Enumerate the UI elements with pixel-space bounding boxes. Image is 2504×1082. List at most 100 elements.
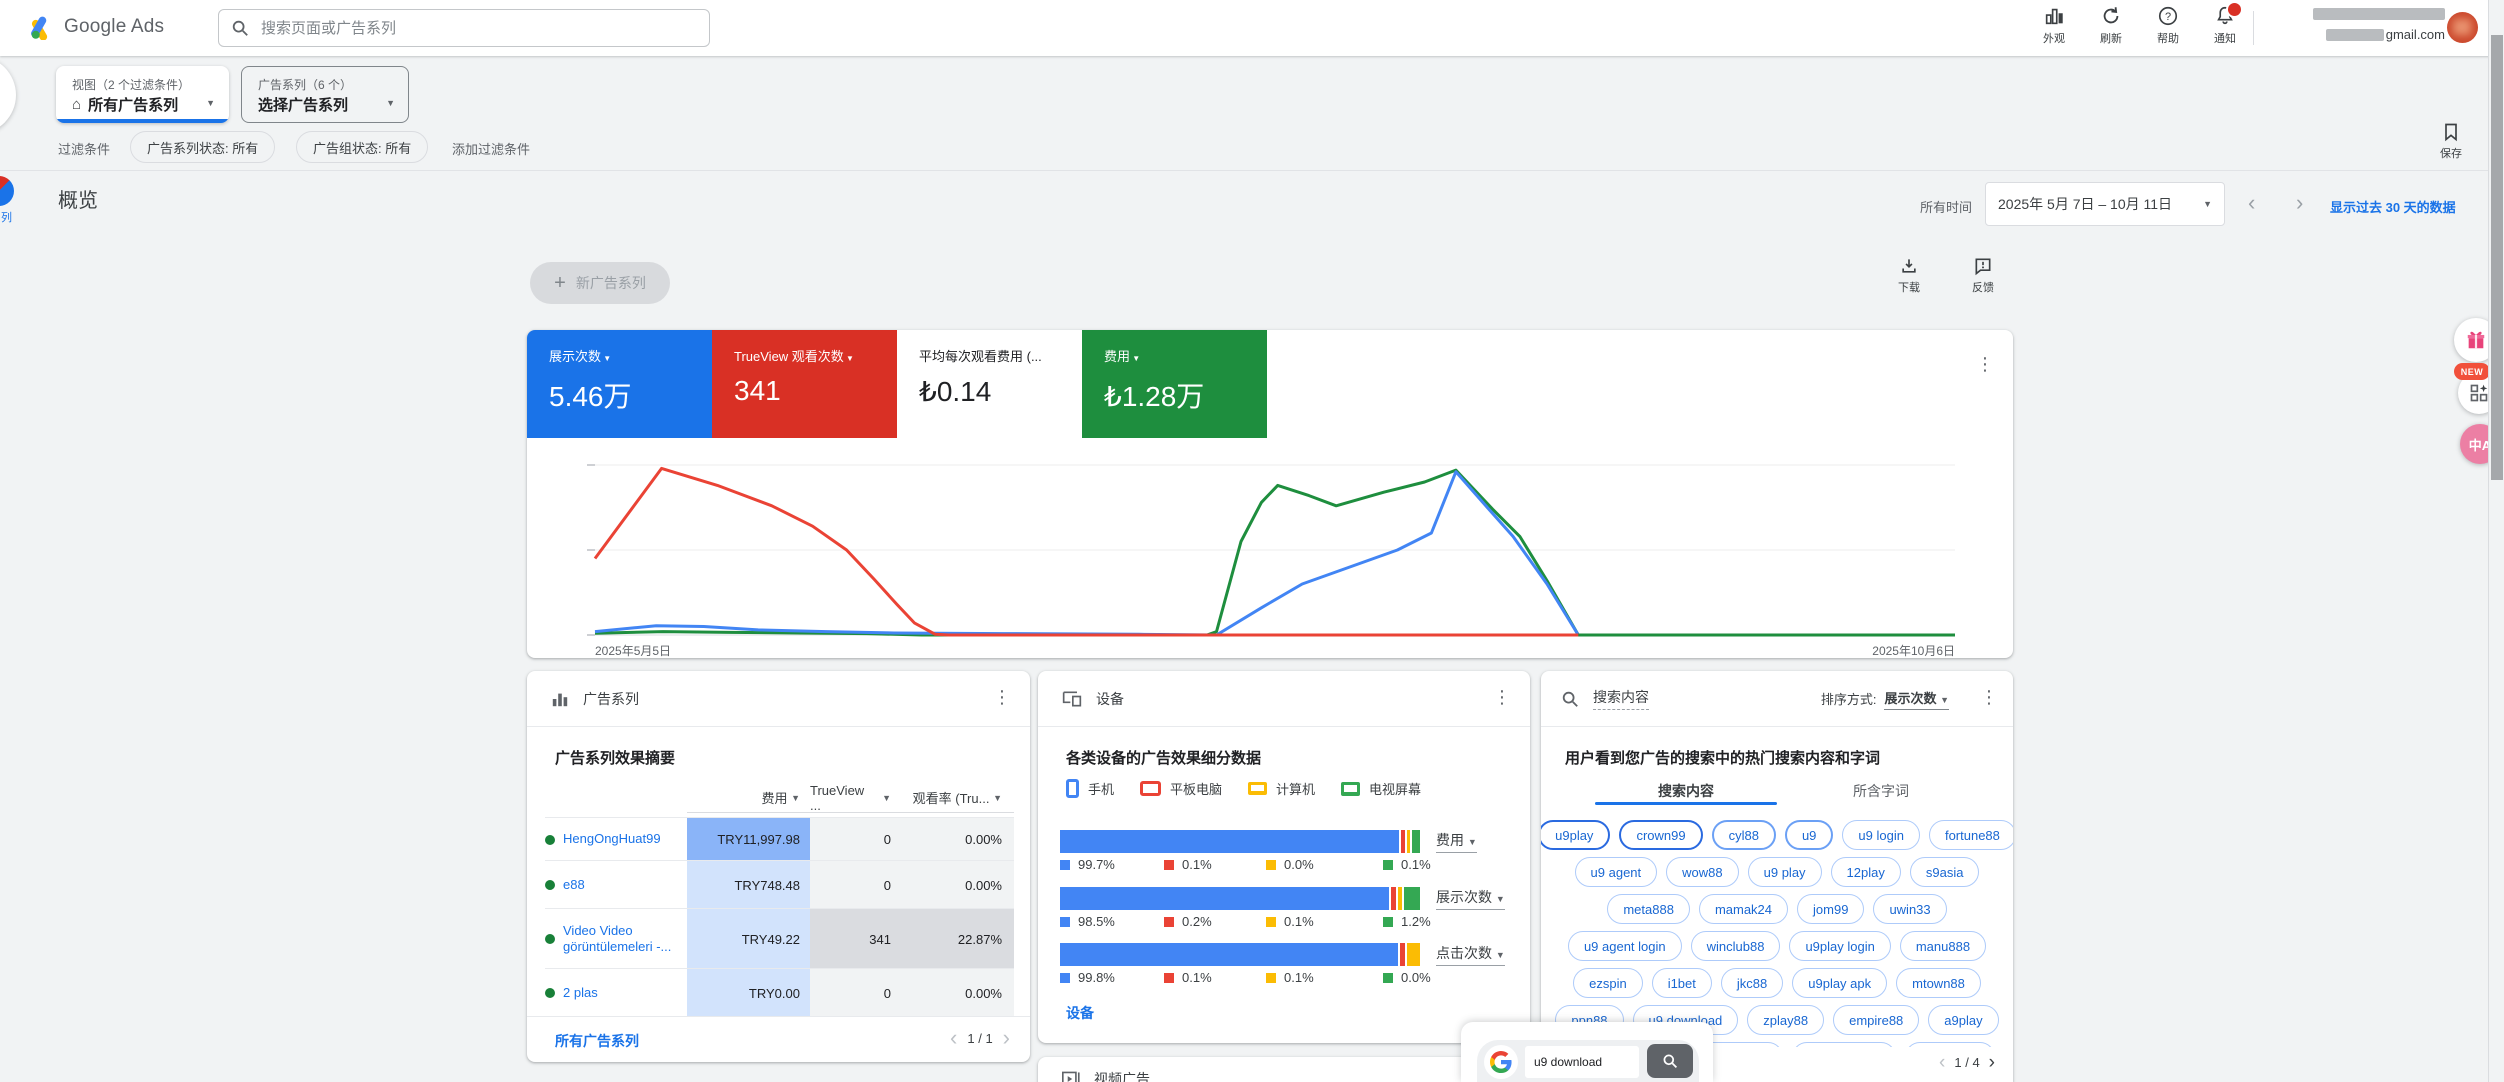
tab-search-terms[interactable]: 搜索内容 xyxy=(1595,781,1777,801)
search-term-chip-row: ezspin i1bet jkc88 u9play apk mtown88 xyxy=(1541,968,2013,998)
devices-link[interactable]: 设备 xyxy=(1066,1003,1094,1023)
search-term-chip[interactable]: winclub88 xyxy=(1691,931,1781,961)
appearance-button[interactable]: 外观 xyxy=(2028,5,2080,46)
device-bar-row: 点击次数 ▼ xyxy=(1060,943,1505,966)
table-row: HengOngHuat99TRY11,997.9800.00% xyxy=(545,817,1014,861)
campaign-link[interactable]: Video Video görüntülemeleri -... xyxy=(563,923,681,956)
adgroup-status-filter-chip[interactable]: 广告组状态: 所有 xyxy=(296,131,428,163)
bar-metric-label[interactable]: 费用 ▼ xyxy=(1436,830,1477,853)
prev-page-button[interactable]: ‹ xyxy=(1939,1053,1945,1072)
search-term-chip[interactable]: ezspin xyxy=(1573,968,1643,998)
feedback-button[interactable]: 反馈 xyxy=(1972,256,1994,295)
x-axis-end-label: 2025年10月6日 xyxy=(1797,642,1955,658)
search-term-chip[interactable]: u9 play xyxy=(1748,857,1822,887)
bar-metric-label[interactable]: 点击次数 ▼ xyxy=(1436,943,1505,966)
search-term-chip[interactable]: zplay88 xyxy=(1747,1005,1824,1035)
search-term-chip[interactable]: u9play xyxy=(1541,820,1610,850)
search-term-chip[interactable]: mamak24 xyxy=(1699,894,1788,924)
search-term-chip[interactable]: u9 agent xyxy=(1575,857,1658,887)
campaigns-nav-icon[interactable] xyxy=(0,176,14,206)
global-search-input[interactable] xyxy=(259,19,697,38)
search-term-chip[interactable]: u9 xyxy=(1785,820,1833,850)
nav-drawer-peek[interactable] xyxy=(0,56,16,134)
chevron-down-icon: ▼ xyxy=(206,98,215,108)
search-term-chip[interactable]: u9 agent login xyxy=(1568,931,1682,961)
add-filter-link[interactable]: 添加过滤条件 xyxy=(452,139,530,158)
search-term-chip[interactable]: mtown88 xyxy=(1896,968,1981,998)
avatar[interactable] xyxy=(2447,12,2478,43)
date-prev-button[interactable]: ‹ xyxy=(2248,192,2255,214)
scrollbar[interactable] xyxy=(2488,0,2504,1082)
legend-item: 手机 xyxy=(1066,779,1114,798)
scorecard-label: 费用 ▼ xyxy=(1104,346,1267,365)
campaign-link[interactable]: HengOngHuat99 xyxy=(563,831,661,847)
prev-page-button[interactable]: ‹ xyxy=(950,1027,957,1049)
download-button[interactable]: 下载 xyxy=(1898,256,1920,295)
search-term-chip[interactable]: u9 login xyxy=(1842,820,1920,850)
search-term-chip[interactable]: uwin33 xyxy=(1873,894,1946,924)
search-term-chip[interactable]: u9play login xyxy=(1789,931,1890,961)
cost-column-header[interactable]: 费用 ▼ xyxy=(687,783,810,813)
new-campaign-button[interactable]: + 新广告系列 xyxy=(530,262,670,304)
search-term-chip[interactable]: u9play apk xyxy=(1792,968,1887,998)
search-term-chip[interactable]: jkc88 xyxy=(1721,968,1783,998)
help-button[interactable]: ? 帮助 xyxy=(2142,5,2194,46)
percent-item: 0.0% xyxy=(1266,857,1383,872)
section-divider xyxy=(0,170,2504,171)
search-term-chip[interactable]: manu888 xyxy=(1900,931,1986,961)
chart-series-费用 xyxy=(595,470,1955,635)
global-search-box[interactable] xyxy=(218,9,710,47)
scorecard-3[interactable]: 费用 ▼₺1.28万 xyxy=(1082,330,1267,438)
devices-card: 设备 ⋮ 各类设备的广告效果细分数据 手机平板电脑计算机电视屏幕 设备 费用 ▼… xyxy=(1038,671,1530,1043)
search-term-chip[interactable]: crown99 xyxy=(1619,820,1702,850)
campaign-status-filter-chip[interactable]: 广告系列状态: 所有 xyxy=(130,131,275,163)
campaigns-card-menu-button[interactable]: ⋮ xyxy=(992,687,1012,708)
search-term-chip[interactable]: i1bet xyxy=(1652,968,1712,998)
next-page-button[interactable]: › xyxy=(1003,1027,1010,1049)
status-dot xyxy=(545,988,555,998)
view-picker[interactable]: 视图（2 个过滤条件） ⌂ 所有广告系列 ▼ xyxy=(56,66,229,123)
bar-segment xyxy=(1391,887,1396,910)
search-term-chip[interactable]: meta888 xyxy=(1607,894,1690,924)
search-term-chip[interactable]: a9play xyxy=(1928,1005,1998,1035)
campaign-picker[interactable]: 广告系列（6 个） 选择广告系列 ▼ xyxy=(241,66,409,123)
search-term-chip[interactable]: fortune88 xyxy=(1929,820,2013,850)
active-tab-indicator xyxy=(1595,802,1777,805)
scorecard-0[interactable]: 展示次数 ▼5.46万 xyxy=(527,330,712,438)
all-campaigns-link[interactable]: 所有广告系列 xyxy=(555,1031,639,1051)
sort-by-select[interactable]: 展示次数 ▼ xyxy=(1884,688,1949,710)
devices-card-menu-button[interactable]: ⋮ xyxy=(1492,687,1512,708)
rate-column-header[interactable]: 观看率 (Tru... ▼ xyxy=(907,783,1014,813)
views-column-header[interactable]: TrueView ... ▼ xyxy=(810,783,907,813)
save-button[interactable]: 保存 xyxy=(2440,122,2462,161)
notifications-button[interactable]: 通知 xyxy=(2199,5,2251,46)
date-range-picker[interactable]: 2025年 5月 7日 – 10月 11日 ▼ xyxy=(1985,182,2225,226)
search-term-chip[interactable]: wow88 xyxy=(1666,857,1738,887)
refresh-button[interactable]: 刷新 xyxy=(2085,5,2137,46)
tab-included-words[interactable]: 所含字词 xyxy=(1801,781,1961,801)
search-term-chip[interactable]: empire88 xyxy=(1833,1005,1919,1035)
search-term-chip[interactable]: jom99 xyxy=(1797,894,1864,924)
redacted-email-prefix xyxy=(2326,29,2384,41)
date-next-button[interactable]: › xyxy=(2296,192,2303,214)
logo-wordmark: Google Ads xyxy=(64,16,164,38)
performance-line-chart xyxy=(587,455,1963,650)
campaign-link[interactable]: 2 plas xyxy=(563,985,598,1001)
search-term-chip[interactable]: s9asia xyxy=(1910,857,1980,887)
next-page-button[interactable]: › xyxy=(1989,1053,1995,1072)
search-term-chip[interactable]: 12play xyxy=(1831,857,1901,887)
scorecard-2[interactable]: 平均每次观看费用 (...₺0.14 xyxy=(897,330,1082,438)
search-terms-card-menu-button[interactable]: ⋮ xyxy=(1979,687,1999,708)
campaign-link[interactable]: e88 xyxy=(563,877,585,893)
bar-segment xyxy=(1407,943,1420,966)
show-last-30-days-link[interactable]: 显示过去 30 天的数据 xyxy=(2330,197,2456,216)
ad-preview-overlay: u9 download xyxy=(1461,1022,1713,1082)
account-info[interactable]: gmail.com xyxy=(2270,8,2445,42)
scorecard-1[interactable]: TrueView 观看次数 ▼341 xyxy=(712,330,897,438)
scrollbar-thumb[interactable] xyxy=(2491,35,2503,480)
chart-card-menu-button[interactable]: ⋮ xyxy=(1975,354,1995,375)
new-badge: NEW xyxy=(2454,363,2490,380)
bar-metric-label[interactable]: 展示次数 ▼ xyxy=(1436,887,1505,910)
account-email: gmail.com xyxy=(2386,27,2445,42)
search-term-chip[interactable]: cyl88 xyxy=(1712,820,1776,850)
